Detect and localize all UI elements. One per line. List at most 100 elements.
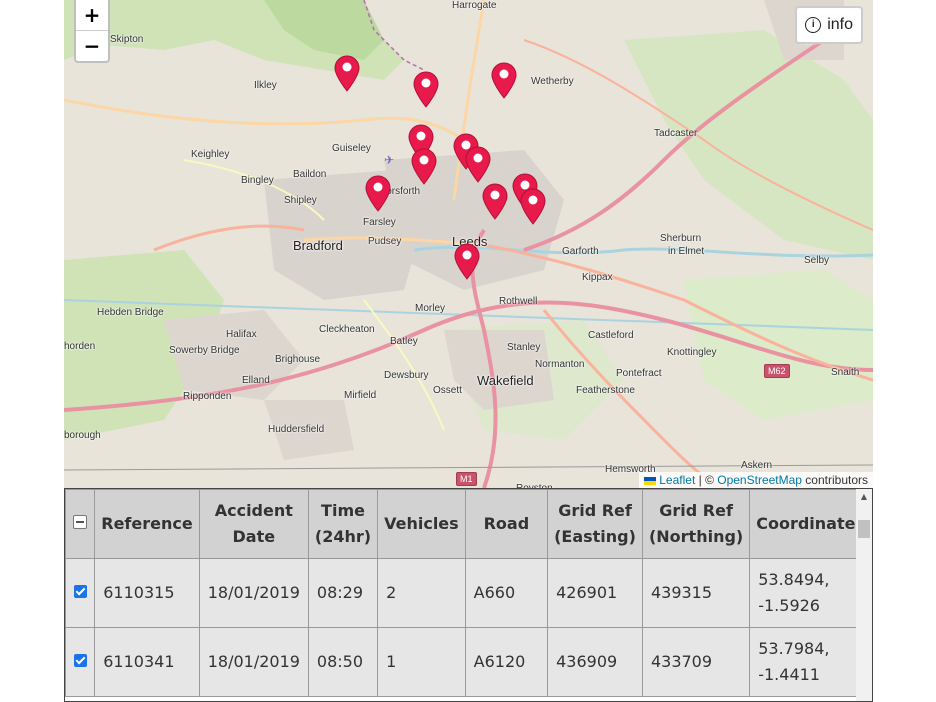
place-label: Selby [804, 255, 830, 266]
place-label: Guiseley [332, 143, 371, 154]
place-label: Huddersfield [268, 424, 325, 435]
info-label: info [827, 16, 853, 33]
column-header[interactable]: Vehicles [377, 489, 466, 559]
cell-vehicles: 2 [377, 558, 466, 628]
place-label: Tadcaster [654, 128, 698, 139]
place-label: Batley [390, 336, 418, 347]
row-checkbox-cell[interactable] [65, 558, 96, 628]
select-all-checkbox[interactable] [73, 515, 88, 529]
cell-coordinates: 53.8494, -1.5926 [749, 558, 872, 628]
column-header[interactable]: Coordinates [749, 489, 872, 559]
zoom-in-button[interactable]: + [76, 0, 108, 30]
ukraine-flag-icon [644, 476, 657, 485]
place-label: Knottingley [667, 347, 717, 358]
road-shield: M62 [764, 364, 790, 378]
place-label: Normanton [535, 359, 585, 370]
info-icon: i [805, 17, 822, 33]
column-header-text: Road [483, 514, 530, 533]
place-label: Brighouse [275, 354, 321, 365]
place-label: in Elmet [668, 246, 705, 257]
map-marker-icon[interactable] [481, 182, 509, 220]
cell-vehicles: 1 [377, 627, 466, 697]
scrollbar-thumb[interactable] [858, 520, 870, 538]
coord-lat: 53.8494, [758, 570, 830, 589]
table-row[interactable]: 6110341 18/01/2019 08:50 1 A6120 436909 433709… [65, 627, 872, 697]
column-header[interactable]: Grid Ref (Northing) [641, 489, 751, 559]
info-button[interactable]: i info [795, 6, 863, 44]
cell-time: 08:50 [307, 627, 379, 697]
map-marker-icon[interactable] [490, 61, 518, 99]
table-header-row: Reference Accident Date Time (24hr) Vehicles R… [65, 489, 872, 559]
place-label: Halifax [226, 329, 257, 340]
scroll-up-arrow-icon[interactable]: ▲ [856, 489, 872, 505]
place-label: Stanley [507, 342, 541, 353]
zoom-out-button[interactable]: − [76, 30, 108, 61]
column-header[interactable]: Road [464, 489, 549, 559]
column-header-text: Reference [101, 514, 193, 533]
place-label: Wetherby [531, 76, 574, 87]
select-all-checkbox-cell[interactable] [65, 489, 96, 559]
place-label: Shipley [284, 195, 317, 206]
column-header[interactable]: Accident Date [198, 489, 309, 559]
cell-reference: 6110341 [94, 627, 200, 697]
place-label: Sherburn [660, 233, 702, 244]
map-marker-icon[interactable] [364, 174, 392, 212]
table-scrollbar[interactable]: ▲ [856, 489, 872, 701]
column-header-text: Coordinates [756, 514, 865, 533]
place-label: Snaith [831, 367, 860, 378]
cell-date: 18/01/2019 [198, 558, 309, 628]
column-header-text: Date [232, 527, 276, 546]
map-marker-icon[interactable] [464, 145, 492, 183]
map-marker-icon[interactable] [333, 54, 361, 92]
road-shield: M1 [456, 472, 477, 486]
place-label: Garforth [562, 246, 599, 257]
column-header-text: Grid Ref [659, 501, 733, 520]
row-checkbox[interactable] [73, 654, 87, 667]
map-marker-icon[interactable] [412, 70, 440, 108]
column-header[interactable]: Reference [94, 489, 200, 559]
attribution-separator: | © [695, 473, 718, 487]
table-row[interactable]: 6110315 18/01/2019 08:29 2 A660 426901 439315 5… [65, 558, 872, 628]
place-label: horden [64, 341, 96, 352]
column-header-text: Time [321, 501, 365, 520]
place-label: Rothwell [499, 296, 538, 307]
map-attribution: Leaflet | © OpenStreetMap contributors [639, 472, 873, 488]
column-header[interactable]: Time (24hr) [307, 489, 379, 559]
row-checkbox-cell[interactable] [65, 627, 96, 697]
cell-road: A6120 [464, 627, 549, 697]
cell-reference: 6110315 [94, 558, 200, 628]
column-header-text: Vehicles [384, 514, 459, 533]
map-marker-icon[interactable] [453, 242, 481, 280]
cell-coordinates: 53.7984, -1.4411 [749, 627, 872, 697]
column-header-text: Accident [214, 501, 293, 520]
map[interactable]: ✈ HarrogateSkiptonYorkIlkleyWetherbyTadc… [64, 0, 873, 488]
place-label: Pudsey [368, 236, 402, 247]
place-label: Featherstone [576, 385, 635, 396]
coord-lon: -1.4411 [758, 665, 820, 684]
leaflet-link[interactable]: Leaflet [659, 473, 695, 487]
cell-northing: 433709 [641, 627, 751, 697]
column-header[interactable]: Grid Ref (Easting) [547, 489, 643, 559]
place-label: Elland [242, 375, 270, 386]
place-label: Bradford [293, 238, 343, 253]
zoom-control: + − [74, 0, 110, 63]
place-label: Harrogate [452, 0, 497, 11]
cell-northing: 439315 [641, 558, 751, 628]
place-label: Skipton [110, 34, 144, 45]
place-label: Farsley [363, 217, 396, 228]
row-checkbox[interactable] [73, 585, 87, 598]
map-marker-icon[interactable] [410, 147, 438, 185]
place-label: Keighley [191, 149, 230, 160]
place-label: Wakefield [477, 373, 534, 388]
place-label: Ossett [433, 385, 462, 396]
place-label: Hebden Bridge [97, 307, 164, 318]
place-label: Askern [741, 460, 773, 471]
place-label: Kippax [582, 272, 613, 283]
map-marker-icon[interactable] [519, 187, 547, 225]
place-label: Bingley [241, 175, 274, 186]
column-header-text: (24hr) [314, 527, 372, 546]
cell-road: A660 [464, 558, 549, 628]
osm-link[interactable]: OpenStreetMap [717, 473, 802, 487]
place-label: Dewsbury [384, 370, 429, 381]
place-label: Mirfield [344, 390, 377, 401]
